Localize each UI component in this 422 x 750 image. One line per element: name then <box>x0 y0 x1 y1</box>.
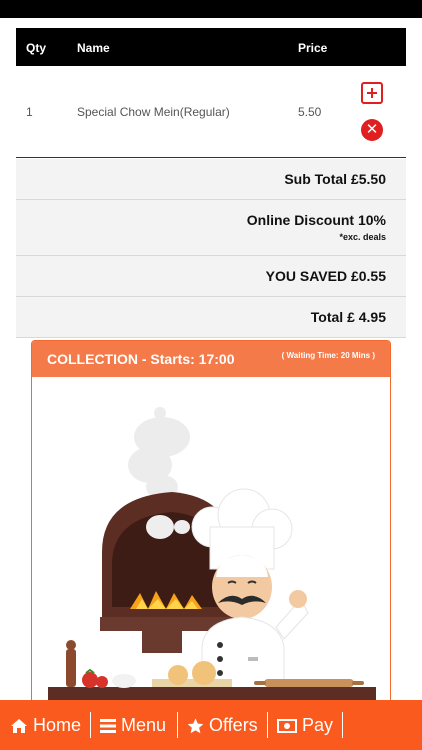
total-text: Total £ 4.95 <box>310 309 386 325</box>
total-row: Total £ 4.95 <box>16 297 406 338</box>
discount-note: *exc. deals <box>339 232 386 242</box>
money-icon <box>277 719 297 734</box>
nav-divider <box>267 712 268 738</box>
nav-divider <box>177 712 178 738</box>
order-summary: Sub Total £5.50 Online Discount 10% *exc… <box>16 159 406 338</box>
nav-menu-button[interactable]: Menu <box>100 700 166 750</box>
collection-title: COLLECTION - Starts: 17:00 <box>47 351 235 367</box>
nav-offers-label: Offers <box>209 715 258 735</box>
subtotal-text: Sub Total £5.50 <box>284 171 386 187</box>
waiting-time: ( Waiting Time: 20 Mins ) <box>281 351 375 360</box>
item-price: 5.50 <box>298 105 322 119</box>
nav-divider <box>90 712 91 738</box>
table-row: 1 Special Chow Mein(Regular) 5.50 ✕ <box>16 66 406 158</box>
nav-home-label: Home <box>33 715 82 735</box>
saved-text: YOU SAVED £0.55 <box>265 268 386 284</box>
discount-text: Online Discount 10% <box>246 212 386 228</box>
menu-bars-icon <box>100 719 116 734</box>
discount-row: Online Discount 10% *exc. deals <box>16 200 406 256</box>
table-header: Qty Name Price <box>16 28 406 66</box>
home-icon <box>11 719 27 734</box>
collection-header: COLLECTION - Starts: 17:00 ( Waiting Tim… <box>32 341 390 377</box>
collection-panel: COLLECTION - Starts: 17:00 ( Waiting Tim… <box>31 340 391 710</box>
column-header-price: Price <box>298 41 328 55</box>
bottom-navigation: Home Menu Offers Pay <box>0 700 422 750</box>
column-header-name: Name <box>77 41 110 55</box>
status-bar <box>0 0 422 18</box>
plus-square-icon[interactable] <box>361 82 383 104</box>
subtotal-row: Sub Total £5.50 <box>16 159 406 200</box>
nav-pay-button[interactable]: Pay <box>277 700 333 750</box>
remove-circle-icon[interactable]: ✕ <box>361 119 383 141</box>
nav-pay-label: Pay <box>302 715 334 735</box>
item-name: Special Chow Mein(Regular) <box>77 105 230 119</box>
column-header-qty: Qty <box>26 41 47 55</box>
saved-row: YOU SAVED £0.55 <box>16 256 406 297</box>
item-qty: 1 <box>26 105 33 119</box>
nav-menu-label: Menu <box>121 715 167 735</box>
order-table: Qty Name Price 1 Special Chow Mein(Regul… <box>16 28 406 158</box>
chef-illustration <box>48 407 376 709</box>
nav-home-button[interactable]: Home <box>10 700 81 750</box>
star-icon <box>187 718 204 734</box>
nav-divider <box>342 712 343 738</box>
nav-offers-button[interactable]: Offers <box>187 700 258 750</box>
